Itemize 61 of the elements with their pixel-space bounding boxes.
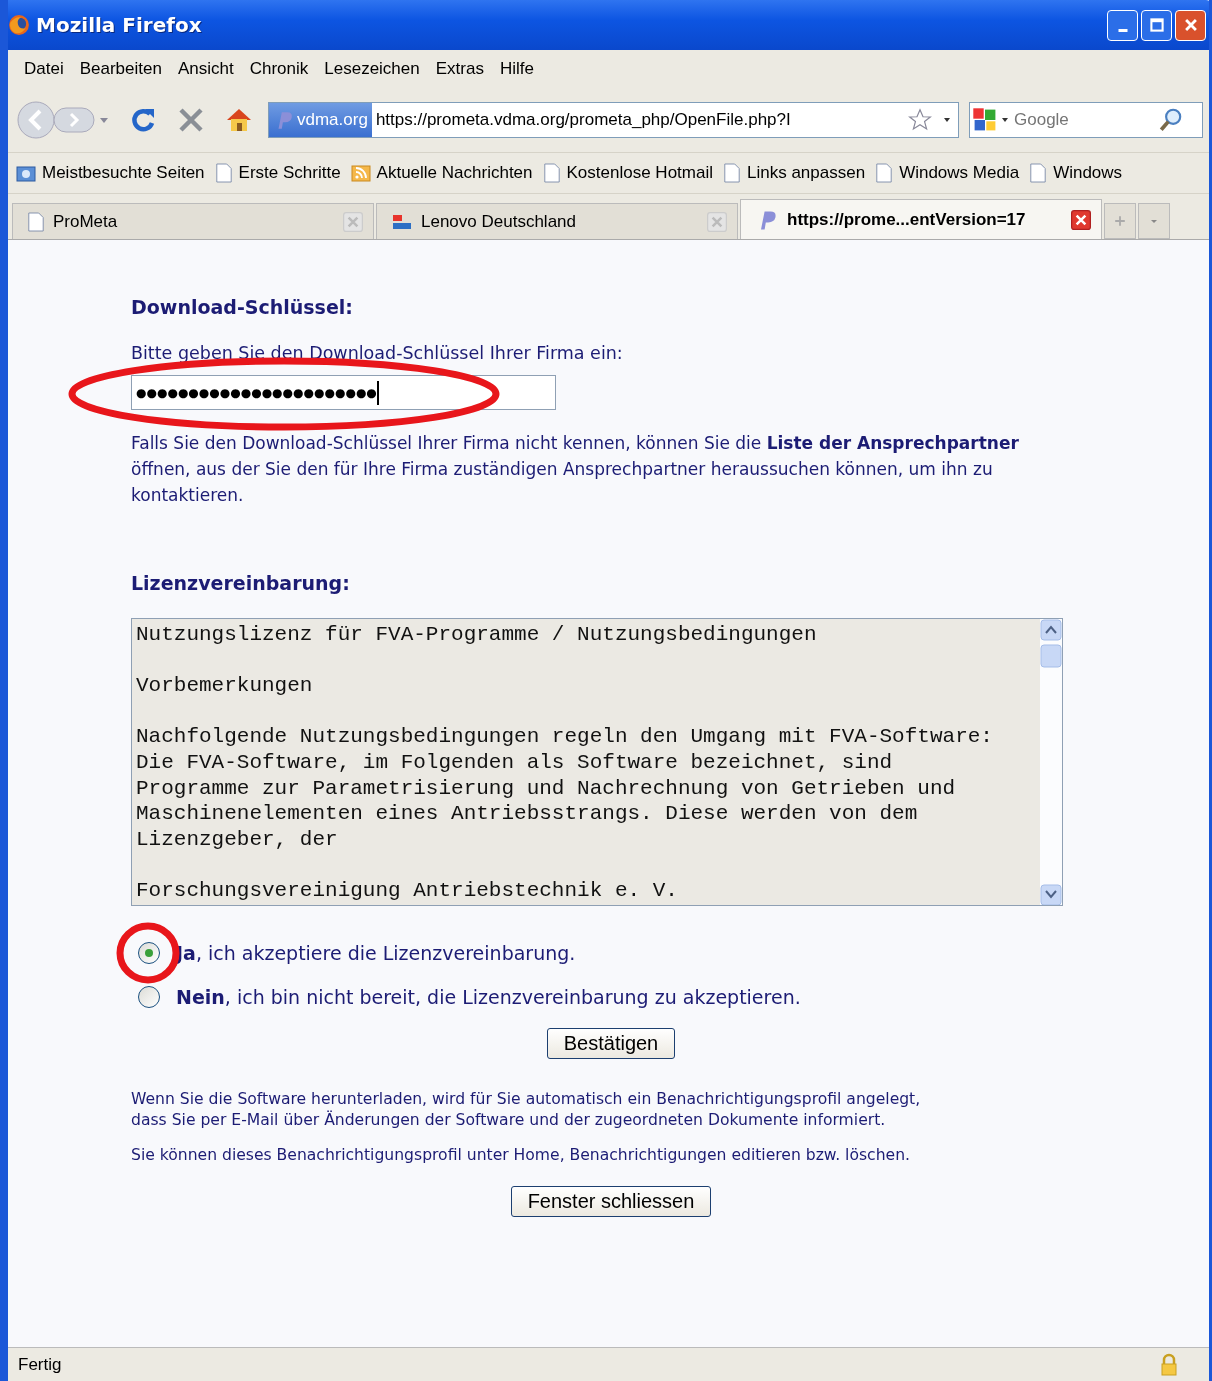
url-text: https://prometa.vdma.org/prometa_php/OpenFile.php?I — [375, 110, 792, 130]
license-paragraph: Nutzungslizenz für FVA-Programme / Nutzungsbedingungen — [136, 622, 818, 648]
close-icon — [1183, 18, 1198, 32]
menu-item[interactable]: Chronik — [241, 59, 317, 79]
page-icon — [27, 210, 45, 233]
menu-item[interactable]: Hilfe — [491, 59, 542, 79]
section-heading: Lizenzvereinbarung: — [131, 572, 351, 594]
page-icon — [875, 162, 894, 184]
firefox-logo-icon — [8, 14, 30, 36]
window-title: Mozilla Firefox — [36, 13, 202, 37]
radio-button[interactable] — [138, 986, 160, 1008]
feed-icon — [350, 163, 371, 183]
notice-text: Wenn Sie die Software herunterladen, wird für Sie automatisch ein Benachrichtigungsprofil angelegt, dass Sie per E-Mail über Änderungen der Software und der zugeordneten Dokumente informiert. — [131, 1089, 922, 1131]
page-icon — [723, 162, 741, 184]
browser-tab[interactable]: https://prome...entVersion=17 — [740, 199, 1102, 239]
minimize-icon — [1117, 28, 1128, 32]
lock-icon — [1159, 1352, 1179, 1377]
help-text: Falls Sie den Download-Schlüssel Ihrer Firma nicht kennen, können Sie die Liste der Ansprechpartner öffnen, aus der Sie den für Ihre Firma zuständigen Ansprechpartner heraussuchen können, um ihn zu kontaktieren. — [131, 432, 1020, 507]
scrollbar[interactable] — [1040, 619, 1062, 905]
radio-button[interactable] — [138, 942, 160, 964]
menu-item[interactable]: Bearbeiten — [71, 59, 170, 79]
menu-item[interactable]: Ansicht — [169, 59, 242, 79]
bookmark-item[interactable]: Meistbesuchte Seiten — [16, 163, 205, 183]
folder-icon — [16, 163, 36, 183]
address-bar[interactable]: vdma.org https://prometa.vdma.org/prometa_php/OpenFile.php?I — [268, 102, 959, 138]
menu-item[interactable]: Extras — [427, 59, 492, 79]
status-text: Fertig — [18, 1354, 63, 1375]
menu-item[interactable]: Lesezeichen — [316, 59, 428, 79]
license-text-area[interactable] — [131, 618, 1063, 906]
google-logo-icon[interactable] — [972, 107, 998, 133]
notice-text: Sie können dieses Benachrichtigungsprofil unter Home, Benachrichtigungen editieren bzw. löschen. — [131, 1145, 911, 1166]
option-label: Nein, ich bin nicht bereit, die Lizenzvereinbarung zu akzeptieren. — [176, 986, 801, 1008]
star-icon[interactable] — [908, 108, 932, 132]
close-button[interactable] — [1175, 9, 1206, 41]
bookmark-item[interactable]: Windows — [1029, 162, 1123, 184]
close-tab-icon[interactable] — [1071, 209, 1091, 230]
site-identity-button[interactable]: vdma.org — [269, 103, 372, 137]
browser-tab[interactable]: ProMeta — [12, 203, 374, 239]
maximize-button[interactable] — [1141, 9, 1172, 41]
bookmark-item[interactable]: Kostenlose Hotmail — [542, 162, 713, 184]
maximize-icon — [1149, 18, 1164, 32]
minimize-button[interactable] — [1107, 9, 1138, 41]
confirm-button[interactable]: Bestätigen — [546, 1028, 676, 1059]
section-heading: Download-Schlüssel: — [131, 296, 354, 318]
license-paragraph: Forschungsvereinigung Antriebstechnik e. V. — [136, 877, 679, 904]
bookmark-item[interactable]: Windows Media — [875, 162, 1020, 184]
browser-tab[interactable]: Lenovo Deutschland — [376, 203, 738, 239]
plus-icon — [1114, 215, 1126, 227]
search-icon[interactable] — [1158, 107, 1184, 133]
page-icon — [542, 162, 561, 184]
bookmark-item[interactable]: Aktuelle Nachrichten — [350, 163, 533, 183]
bookmark-item[interactable]: Links anpassen — [723, 162, 866, 184]
bookmark-item[interactable]: Erste Schritte — [214, 162, 341, 184]
key-input-field[interactable]: ●●●●●●●●●●●●●●●●●●●●●●● — [131, 375, 556, 410]
close-window-button[interactable]: Fenster schliessen — [510, 1186, 712, 1217]
license-paragraph: Vorbemerkungen — [136, 673, 314, 699]
menu-item[interactable]: Datei — [16, 59, 72, 79]
page-icon — [1029, 162, 1048, 184]
license-paragraph: Nachfolgende Nutzungsbedingungen regeln den Umgang mit FVA-Software: Die FVA-Software, im Folgenden als Software bezeichnet, sind Programme zur Parametrisierung und Nachrechnung von Getrieben und Maschinenelementen eines Antriebsstrangs. Diese werden von dem Lizenzgeber, der — [136, 724, 994, 853]
search-bar[interactable]: Google — [969, 102, 1203, 138]
page-icon — [214, 162, 233, 184]
